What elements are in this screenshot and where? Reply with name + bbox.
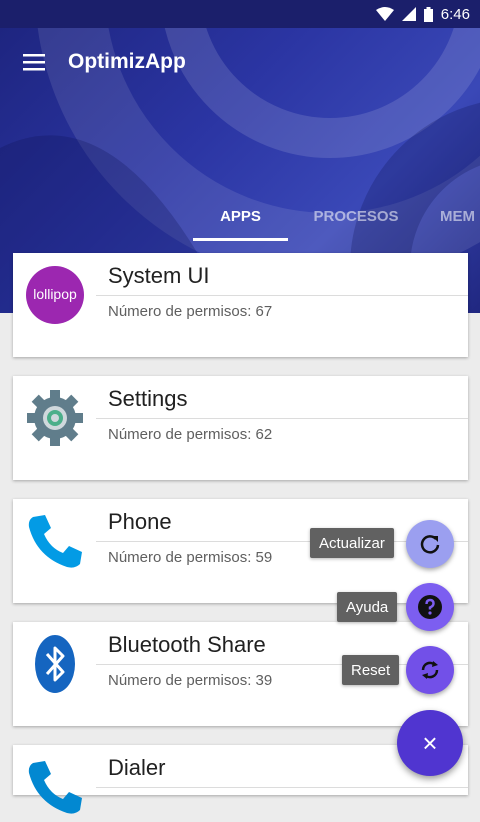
- permission-count: Número de permisos: 39: [108, 672, 273, 689]
- tab-apps[interactable]: APPS: [193, 188, 288, 244]
- permission-count: Número de permisos: 59: [108, 549, 273, 566]
- app-name: Phone: [108, 509, 172, 534]
- fab-label-reset[interactable]: Reset: [342, 655, 400, 685]
- hamburger-icon: [23, 54, 45, 71]
- app-name: Bluetooth Share: [108, 632, 266, 657]
- app-name: Dialer: [108, 755, 166, 780]
- tab-mem[interactable]: MEM: [440, 188, 480, 244]
- phone-icon: [25, 511, 85, 571]
- wifi-icon: [375, 7, 394, 21]
- fab-label-actualizar[interactable]: Actualizar: [310, 528, 394, 558]
- lollipop-icon: lollipop: [25, 265, 85, 325]
- app-title: OptimizApp: [68, 50, 186, 73]
- menu-button[interactable]: [0, 28, 68, 96]
- fab-label-ayuda[interactable]: Ayuda: [337, 592, 398, 622]
- dialer-icon: [25, 757, 85, 817]
- sync-icon: [421, 661, 439, 679]
- help-button[interactable]: [406, 583, 454, 631]
- refresh-button[interactable]: [406, 520, 454, 568]
- app-card-bluetooth-share[interactable]: Bluetooth Share Número de permisos: 39: [13, 622, 468, 726]
- permission-count: Número de permisos: 67: [108, 303, 273, 320]
- toolbar: OptimizApp: [0, 28, 480, 96]
- app-name: Settings: [108, 386, 188, 411]
- card-divider: [96, 787, 468, 788]
- bluetooth-icon: [25, 634, 85, 694]
- help-icon: [418, 595, 442, 619]
- tab-indicator: [193, 238, 288, 241]
- app-card-system-ui[interactable]: lollipop System UI Número de permisos: 6…: [13, 253, 468, 357]
- app-card-phone[interactable]: Phone Número de permisos: 59: [13, 499, 468, 603]
- status-bar: 6:46: [0, 0, 480, 28]
- card-divider: [96, 295, 468, 296]
- permission-count: Número de permisos: 62: [108, 426, 273, 443]
- card-divider: [96, 418, 468, 419]
- app-card-settings[interactable]: Settings Número de permisos: 62: [13, 376, 468, 480]
- fab-menu-close-button[interactable]: ×: [397, 710, 463, 776]
- app-name: System UI: [108, 263, 210, 288]
- settings-gear-icon: [25, 388, 85, 448]
- tab-procesos[interactable]: PROCESOS: [300, 188, 412, 244]
- lollipop-label: lollipop: [33, 286, 77, 302]
- tab-bar: APPS PROCESOS MEM: [0, 188, 480, 244]
- reset-button[interactable]: [406, 646, 454, 694]
- close-icon: ×: [422, 727, 438, 758]
- battery-icon: [423, 6, 433, 22]
- signal-icon: [401, 7, 416, 21]
- refresh-icon: [420, 535, 440, 554]
- status-time: 6:46: [440, 5, 470, 23]
